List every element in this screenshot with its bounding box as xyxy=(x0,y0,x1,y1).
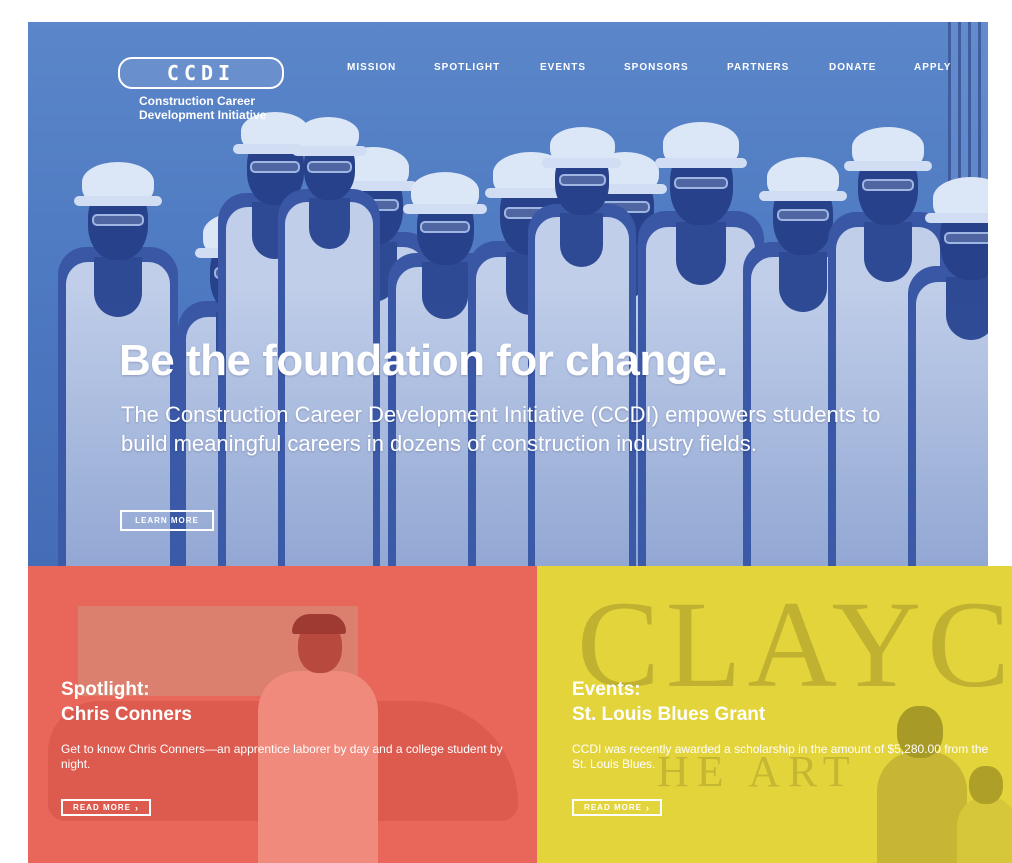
nav-item-apply[interactable]: APPLY xyxy=(914,62,951,73)
read-more-label: READ MORE xyxy=(584,803,642,812)
chevron-right-icon: › xyxy=(134,802,139,813)
spotlight-photo-person-cap xyxy=(292,614,346,634)
chevron-right-icon: › xyxy=(645,802,650,813)
events-kicker: Events: xyxy=(572,679,641,700)
events-card: CLAYC HE ART Events: St. Louis Blues Gra… xyxy=(537,566,1012,863)
logo-line-2: Development Initiative xyxy=(139,108,267,122)
spotlight-body: Get to know Chris Conners—an apprentice … xyxy=(61,742,503,771)
nav-item-events[interactable]: EVENTS xyxy=(540,62,586,73)
nav-item-mission[interactable]: MISSION xyxy=(347,62,396,73)
hero-headline: Be the foundation for change. xyxy=(119,336,728,385)
spotlight-title: Chris Conners xyxy=(61,704,192,725)
page: CCDI Construction Career Development Ini… xyxy=(0,0,1012,863)
read-more-label: READ MORE xyxy=(73,803,131,812)
spotlight-kicker: Spotlight: xyxy=(61,679,150,700)
events-body: CCDI was recently awarded a scholarship … xyxy=(572,742,989,771)
events-photo-person-2 xyxy=(957,796,1012,863)
spotlight-read-more-button[interactable]: READ MORE › xyxy=(61,799,151,816)
nav-item-spotlight[interactable]: SPOTLIGHT xyxy=(434,62,500,73)
events-photo-signage: CLAYC xyxy=(577,576,1012,713)
nav-item-donate[interactable]: DONATE xyxy=(829,62,876,73)
events-title: St. Louis Blues Grant xyxy=(572,704,766,725)
main-nav: MISSION SPOTLIGHT EVENTS SPONSORS PARTNE… xyxy=(0,62,1012,76)
learn-more-button[interactable]: LEARN MORE xyxy=(120,510,214,531)
spotlight-card: Spotlight: Chris Conners Get to know Chr… xyxy=(28,566,537,863)
events-read-more-button[interactable]: READ MORE › xyxy=(572,799,662,816)
logo-line-1: Construction Career xyxy=(139,94,256,108)
logo-tagline: Construction Career Development Initiati… xyxy=(139,94,284,122)
nav-item-sponsors[interactable]: SPONSORS xyxy=(624,62,689,73)
hero-intro: The Construction Career Development Init… xyxy=(121,402,881,456)
nav-item-partners[interactable]: PARTNERS xyxy=(727,62,789,73)
